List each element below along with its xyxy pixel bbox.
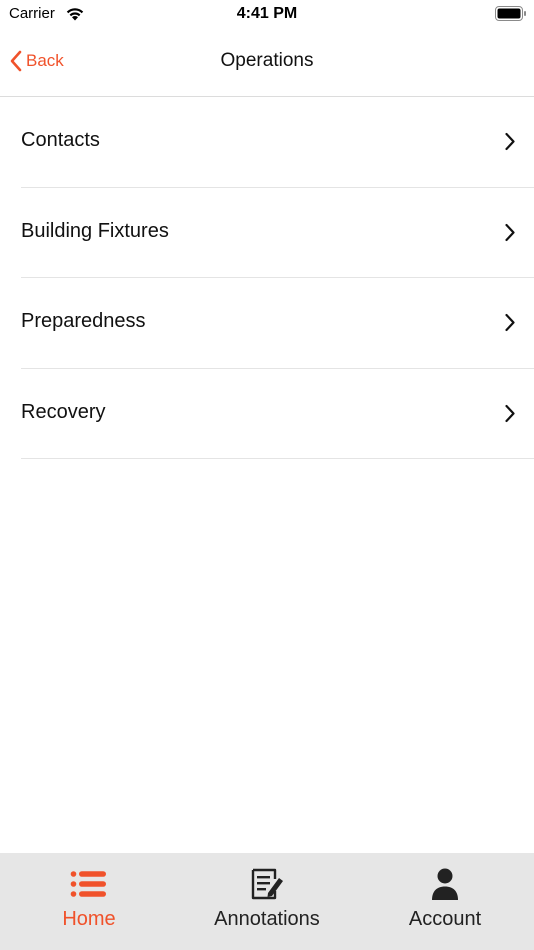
tab-account-label: Account	[408, 908, 482, 930]
chevron-right-icon	[505, 132, 515, 151]
menu-item-preparedness[interactable]: Preparedness	[21, 278, 534, 369]
navigation-bar: Back Operations	[0, 28, 534, 97]
menu-list: Contacts Building Fixtures Preparedness …	[0, 97, 534, 459]
tab-home[interactable]: Home	[0, 853, 178, 950]
menu-item-label: Contacts	[21, 129, 100, 151]
edit-note-icon	[251, 868, 283, 900]
tab-annotations[interactable]: Annotations	[178, 853, 356, 950]
tab-home-label: Home	[62, 908, 116, 930]
menu-item-label: Building Fixtures	[21, 219, 169, 242]
menu-item-contacts[interactable]: Contacts	[21, 97, 534, 188]
tab-account[interactable]: Account	[356, 853, 534, 950]
menu-item-label: Preparedness	[21, 310, 146, 332]
page-title: Operations	[220, 50, 314, 71]
menu-item-label: Recovery	[21, 400, 106, 423]
tab-bar: Home Annotations Account	[0, 853, 534, 950]
battery-icon	[495, 6, 526, 21]
user-icon	[432, 868, 458, 900]
chevron-right-icon	[505, 404, 515, 422]
tab-annotations-label: Annotations	[214, 908, 320, 930]
list-icon	[70, 871, 106, 897]
menu-item-recovery[interactable]: Recovery	[21, 369, 534, 459]
menu-item-building-fixtures[interactable]: Building Fixtures	[21, 188, 534, 278]
chevron-right-icon	[505, 313, 515, 332]
status-bar: Carrier 4:41 PM	[0, 0, 534, 28]
clock: 4:41 PM	[236, 5, 298, 22]
chevron-right-icon	[505, 223, 515, 241]
